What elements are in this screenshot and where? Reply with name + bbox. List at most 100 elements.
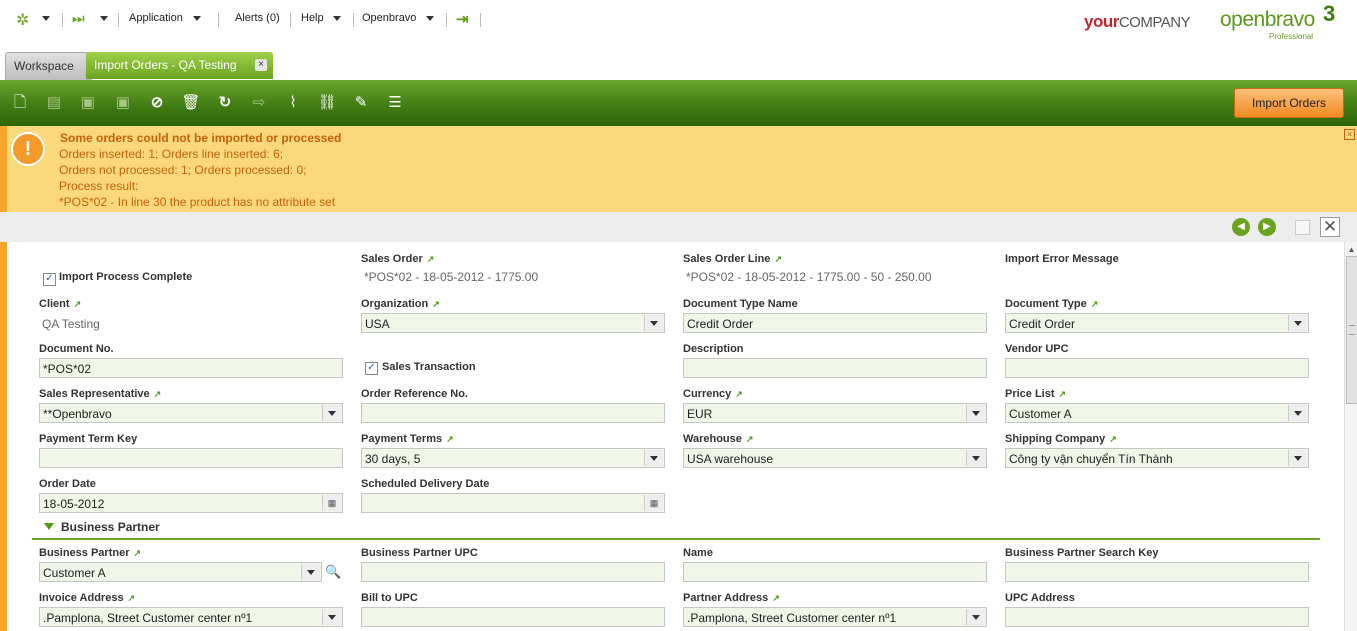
create-new-icon[interactable]: ⏭ [72, 10, 85, 27]
link-icon[interactable]: ↗ [427, 254, 435, 265]
payment-term-key-label: Payment Term Key [39, 433, 138, 445]
tab-close-icon[interactable]: × [255, 59, 267, 71]
payment-terms-select[interactable]: 30 days, 5 [361, 448, 665, 468]
upc-address-field[interactable] [1005, 607, 1309, 627]
collapse-arrow-icon[interactable] [44, 523, 54, 530]
description-field[interactable] [683, 358, 987, 378]
price-list-select[interactable]: Customer A [1005, 403, 1309, 423]
chevron-down-icon[interactable] [966, 405, 985, 421]
link-icon[interactable]: ↗ [432, 299, 440, 310]
user-menu[interactable]: Openbravo [362, 12, 416, 24]
undo-icon[interactable]: ⊘ [146, 92, 168, 114]
link-icon[interactable]: ↗ [772, 593, 780, 604]
upc-address-label: UPC Address [1005, 592, 1075, 604]
order-date-field[interactable]: 18-05-2012 ▦ [39, 493, 343, 513]
link-icon[interactable]: ↗ [128, 593, 136, 604]
business-partner-upc-field[interactable] [361, 562, 665, 582]
quick-launch-dropdown-icon[interactable] [42, 12, 50, 24]
openbravo-version: 3 [1323, 1, 1336, 26]
quick-launch-icon[interactable]: ✲ [16, 10, 29, 30]
user-menu-dropdown-icon[interactable] [426, 12, 434, 24]
name-field[interactable] [683, 562, 987, 582]
shipping-company-select[interactable]: Công ty vận chuyển Tín Thành [1005, 448, 1309, 468]
chevron-down-icon[interactable] [966, 450, 985, 466]
calendar-icon[interactable]: ▦ [322, 495, 341, 511]
save-icon[interactable]: ▣ [77, 92, 99, 114]
attachment-icon[interactable]: ⌇ [282, 92, 304, 114]
scroll-up-icon[interactable]: ▲ [1346, 244, 1357, 255]
chevron-down-icon[interactable] [1288, 315, 1307, 331]
payment-term-key-field[interactable] [39, 448, 343, 468]
chevron-down-icon[interactable] [644, 315, 663, 331]
help-dropdown-icon[interactable] [333, 12, 341, 24]
chevron-down-icon[interactable] [966, 609, 985, 625]
link-icon[interactable]: ↗ [1059, 389, 1067, 400]
link-icon[interactable]: ↗ [774, 254, 782, 265]
link-icon[interactable]: ↗ [735, 389, 743, 400]
document-type-name-field[interactable]: Credit Order [683, 313, 987, 333]
export-icon[interactable]: ⇨ [248, 92, 270, 114]
audit-trail-icon[interactable]: ✎ [350, 92, 372, 114]
link-icon[interactable]: ⛓ [316, 92, 338, 114]
previous-record-icon[interactable]: ◀ [1232, 218, 1250, 236]
warehouse-select[interactable]: USA warehouse [683, 448, 987, 468]
chevron-down-icon[interactable] [301, 564, 320, 580]
link-icon[interactable]: ↗ [154, 389, 162, 400]
vendor-upc-field[interactable] [1005, 358, 1309, 378]
tab-workspace[interactable]: Workspace [5, 52, 92, 80]
link-icon[interactable]: ↗ [446, 434, 454, 445]
chevron-down-icon[interactable] [322, 405, 341, 421]
link-icon[interactable]: ↗ [1091, 299, 1099, 310]
vertical-scrollbar[interactable]: ▲ [1344, 242, 1357, 631]
create-new-dropdown-icon[interactable] [100, 12, 108, 24]
sales-transaction-checkbox[interactable]: ✓ [365, 362, 378, 375]
next-record-icon[interactable]: ▶ [1258, 218, 1276, 236]
sales-representative-select[interactable]: **Openbravo [39, 403, 343, 423]
document-no-label: Document No. [39, 343, 114, 355]
scheduled-delivery-date-field[interactable]: ▦ [361, 493, 665, 513]
partner-address-select[interactable]: .Pamplona, Street Customer center nº1 [683, 607, 987, 627]
refresh-icon[interactable]: ↻ [214, 92, 236, 114]
openbravo-edition: Professional [1269, 32, 1314, 41]
business-partner-section-header[interactable]: Business Partner [32, 518, 1320, 540]
alerts-link[interactable]: Alerts (0) [235, 12, 280, 24]
calendar-icon[interactable]: ▦ [644, 495, 663, 511]
chevron-down-icon[interactable] [1288, 450, 1307, 466]
document-no-field[interactable]: *POS*02 [39, 358, 343, 378]
chevron-down-icon[interactable] [322, 609, 341, 625]
order-reference-no-field[interactable] [361, 403, 665, 423]
link-icon[interactable]: ↗ [1109, 434, 1117, 445]
new-document-icon[interactable]: 🗋 [9, 92, 31, 114]
help-menu[interactable]: Help [301, 12, 324, 24]
scrollbar-thumb[interactable] [1346, 256, 1357, 404]
tab-import-orders[interactable]: Import Orders - QA Testing × [86, 52, 273, 79]
business-partner-select[interactable]: Customer A [39, 562, 322, 582]
organization-select[interactable]: USA [361, 313, 665, 333]
application-menu-dropdown-icon[interactable] [193, 12, 201, 24]
client-label: Client ↗ [39, 298, 82, 310]
link-icon[interactable]: ↗ [133, 548, 141, 559]
window-toolbar: 🗋 ▤ ▣ ▣ ⊘ 🗑 ↻ ⇨ ⌇ ⛓ ✎ ☰ Import Orders [0, 80, 1357, 126]
currency-select[interactable]: EUR [683, 403, 987, 423]
application-menu[interactable]: Application [129, 12, 183, 24]
close-form-icon[interactable]: ✕ [1320, 217, 1340, 237]
import-process-complete-checkbox[interactable]: ✓ [43, 273, 56, 286]
delete-icon[interactable]: 🗑 [180, 92, 202, 114]
import-orders-button[interactable]: Import Orders [1234, 88, 1344, 118]
chevron-down-icon[interactable] [644, 450, 663, 466]
link-icon[interactable]: ↗ [74, 299, 82, 310]
chevron-down-icon[interactable] [1288, 405, 1307, 421]
bill-to-upc-field[interactable] [361, 607, 665, 627]
message-close-icon[interactable]: × [1344, 129, 1355, 140]
invoice-address-select[interactable]: .Pamplona, Street Customer center nº1 [39, 607, 343, 627]
search-icon[interactable]: 🔍 [324, 562, 343, 581]
document-type-select[interactable]: Credit Order [1005, 313, 1309, 333]
scheduled-delivery-date-label: Scheduled Delivery Date [361, 478, 490, 490]
toggle-grid-icon[interactable]: ☰ [384, 92, 406, 114]
new-row-icon[interactable]: ▤ [43, 92, 65, 114]
maximize-icon[interactable] [1295, 220, 1310, 235]
bp-search-key-field[interactable] [1005, 562, 1309, 582]
logout-icon[interactable]: ⇥ [456, 10, 469, 28]
save-close-icon[interactable]: ▣ [112, 92, 134, 114]
link-icon[interactable]: ↗ [746, 434, 754, 445]
